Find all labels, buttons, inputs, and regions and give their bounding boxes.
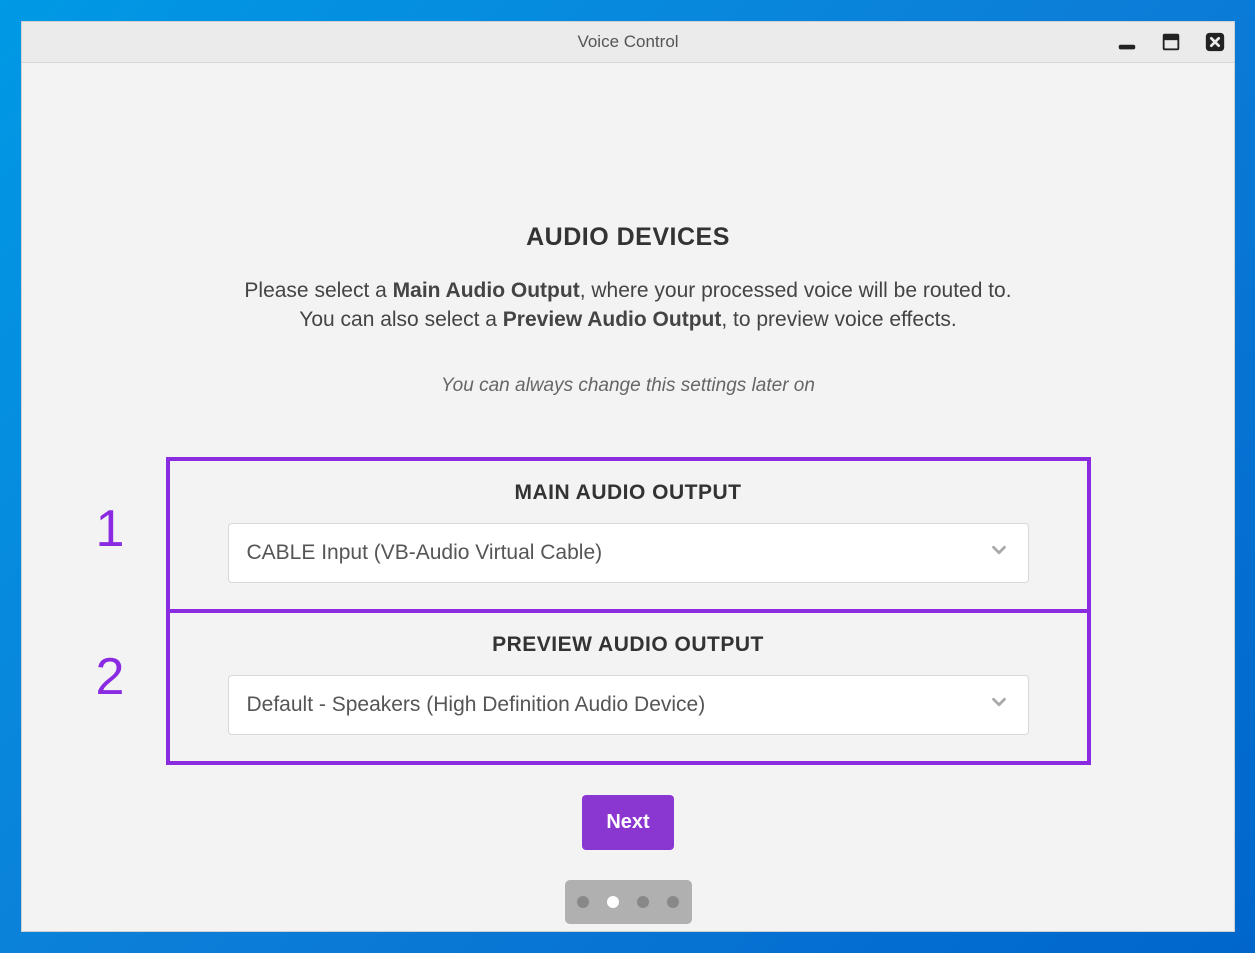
desc-text: You can also select a — [299, 308, 503, 331]
main-output-section: MAIN AUDIO OUTPUT CABLE Input (VB-Audio … — [166, 457, 1091, 613]
annotation-1: 1 — [96, 499, 125, 559]
pager-dot-2[interactable] — [637, 896, 649, 908]
preview-output-section: PREVIEW AUDIO OUTPUT Default - Speakers … — [166, 613, 1091, 765]
desc-bold2: Preview Audio Output — [503, 308, 722, 331]
page-heading: AUDIO DEVICES — [22, 223, 1234, 252]
pager-dot-0[interactable] — [577, 896, 589, 908]
close-button[interactable] — [1204, 31, 1226, 53]
preview-output-select[interactable]: Default - Speakers (High Definition Audi… — [228, 675, 1029, 735]
next-button[interactable]: Next — [582, 795, 673, 850]
chevron-down-icon — [988, 691, 1010, 718]
pager-dot-3[interactable] — [667, 896, 679, 908]
desc-text: Please select a — [244, 279, 392, 302]
annotation-2: 2 — [96, 647, 125, 707]
page-hint: You can always change this settings late… — [22, 375, 1234, 397]
settings-container: 1 2 MAIN AUDIO OUTPUT CABLE Input (VB-Au… — [166, 457, 1091, 765]
step-pager[interactable] — [565, 880, 692, 924]
desc-bold1: Main Audio Output — [393, 279, 580, 302]
pager-dot-1[interactable] — [607, 896, 619, 908]
window-controls — [1116, 31, 1226, 53]
minimize-button[interactable] — [1116, 31, 1138, 53]
preview-output-value: Default - Speakers (High Definition Audi… — [247, 693, 706, 717]
page-description: Please select a Main Audio Output, where… — [22, 276, 1234, 335]
maximize-button[interactable] — [1160, 31, 1182, 53]
titlebar: Voice Control — [22, 22, 1234, 63]
window-title: Voice Control — [577, 32, 678, 52]
main-output-value: CABLE Input (VB-Audio Virtual Cable) — [247, 541, 603, 565]
desc-text: , where your processed voice will be rou… — [580, 279, 1012, 302]
chevron-down-icon — [988, 539, 1010, 566]
desc-text: , to preview voice effects. — [721, 308, 956, 331]
preview-output-label: PREVIEW AUDIO OUTPUT — [228, 633, 1029, 657]
main-output-select[interactable]: CABLE Input (VB-Audio Virtual Cable) — [228, 523, 1029, 583]
main-output-label: MAIN AUDIO OUTPUT — [228, 481, 1029, 505]
content-area: AUDIO DEVICES Please select a Main Audio… — [22, 63, 1234, 924]
app-window: Voice Control AUDIO DEVICES Please selec… — [21, 21, 1235, 932]
